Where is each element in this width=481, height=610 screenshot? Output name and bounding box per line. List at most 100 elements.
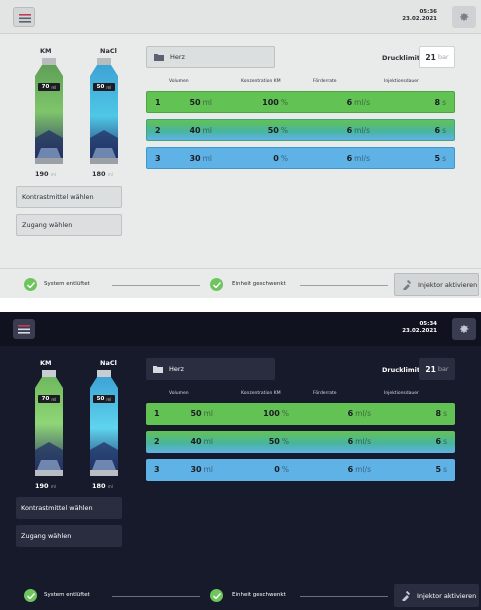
phase-concentration[interactable]: 100% [263,409,289,418]
region-name: Herz [170,53,185,61]
bottle-nacl-label: NaCl [100,47,117,55]
phase-row-1[interactable]: 1 50 ml 100% 6 ml/s 8s [146,403,455,425]
phase-conc-unit: % [280,126,288,135]
phase-dur-unit: s [442,154,446,163]
phase-duration[interactable]: 5s [435,154,447,163]
phase-duration[interactable]: 5s [436,465,448,474]
check-icon [24,589,37,602]
bottle-km-fill: 70 ml [38,83,60,91]
clock-date: 23.02.2021 [402,16,437,22]
phase-concentration[interactable]: 0% [274,465,289,474]
phase-rate[interactable]: 6 ml/s [347,154,370,163]
phase-volume-value: 40 [189,126,201,135]
phase-volume-value: 30 [189,154,201,163]
phase-rate-value: 6 [346,154,353,163]
activate-injector-label: Injektor aktivieren [417,591,477,600]
phase-rate-unit: ml/s [355,409,371,418]
phase-rate-value: 6 [347,409,354,418]
phase-number: 2 [155,126,161,135]
phase-conc-unit: % [281,465,289,474]
status-divider [300,596,388,597]
phase-duration[interactable]: 6s [436,437,448,446]
phase-rate[interactable]: 6 ml/s [348,409,371,418]
bottle-nacl-label: NaCl [100,359,117,367]
phase-conc-unit: % [281,409,289,418]
select-access-button[interactable]: Zugang wählen [16,525,122,547]
col-header-duration: Injektionsdauer [384,391,419,396]
dark-theme-screen: 05:34 23.02.2021 KM NaCl 70 ml 50 ml 190 m… [0,312,481,610]
clock-time: 05:34 [419,321,437,327]
phase-rate[interactable]: 6 ml/s [348,437,371,446]
bottle-km-graphic[interactable] [33,58,65,166]
phase-volume[interactable]: 30 ml [190,465,213,474]
phase-concentration[interactable]: 50% [269,437,289,446]
select-access-button[interactable]: Zugang wählen [16,214,122,236]
phase-row-3[interactable]: 3 30 ml 0% 6 ml/s 5s [146,459,455,481]
phase-concentration[interactable]: 0% [273,154,288,163]
bottle-km-total-unit: ml [50,172,56,177]
phase-concentration[interactable]: 50% [268,126,288,135]
select-contrast-button[interactable]: Kontrastmittel wählen [16,497,122,519]
clock: 05:36 23.02.2021 [402,9,437,23]
bottle-nacl-total-unit: ml [107,172,113,177]
bottle-nacl-graphic[interactable] [88,370,120,478]
bottle-nacl-total: 180 ml [92,170,113,178]
pressure-limit-value: 21 [425,364,436,374]
phase-row-2[interactable]: 2 40 ml 50% 6 ml/s 6s [146,431,455,453]
check-icon [210,589,223,602]
phase-row-1[interactable]: 1 50 ml 100% 6 ml/s 8s [146,91,455,113]
pressure-limit-field[interactable]: 21 bar [419,46,455,68]
status-swiveled: Einheit geschwenkt [232,592,286,598]
bottle-km-fill-unit: ml [51,396,57,402]
phase-dur-value: 8 [435,409,442,418]
col-header-volume: Volumen [169,79,189,84]
folder-icon [154,54,164,61]
phase-duration[interactable]: 6s [435,126,447,135]
phase-volume[interactable]: 50 ml [190,409,213,418]
col-header-duration: Injektionsdauer [384,79,419,84]
bottle-km-fill-value: 70 [41,396,50,402]
bottle-km-graphic[interactable] [33,370,65,478]
pressure-limit-unit: bar [437,365,449,373]
activate-injector-button[interactable]: Injektor aktivieren [394,584,479,607]
phase-rate[interactable]: 6 ml/s [348,465,371,474]
phase-conc-unit: % [280,154,288,163]
phase-concentration[interactable]: 100% [262,98,288,107]
bottle-km-total-value: 190 [35,170,49,178]
phase-volume[interactable]: 40 ml [189,126,212,135]
phase-volume[interactable]: 30 ml [189,154,212,163]
phase-volume-unit: ml [203,465,213,474]
menu-button[interactable] [13,319,35,339]
phase-rate[interactable]: 6 ml/s [347,126,370,135]
phase-number: 3 [155,154,161,163]
gear-icon [460,325,469,333]
phase-conc-unit: % [280,98,288,107]
bottle-km-fill-value: 70 [41,84,50,90]
settings-button[interactable] [452,318,476,340]
pressure-limit-field[interactable]: 21 bar [419,358,455,380]
region-selector[interactable]: Herz [146,46,275,68]
status-divider [300,285,388,286]
phase-duration[interactable]: 8s [435,98,447,107]
phase-rate-value: 6 [346,126,353,135]
phase-duration[interactable]: 8s [436,409,448,418]
bottle-nacl-total: 180 ml [92,482,113,490]
phase-rate[interactable]: 6 ml/s [347,98,370,107]
phase-row-3[interactable]: 3 30 ml 0% 6 ml/s 5s [146,147,455,169]
settings-button[interactable] [452,6,476,28]
bottle-nacl-graphic[interactable] [88,58,120,166]
menu-button[interactable] [13,7,35,27]
phase-volume[interactable]: 50 ml [189,98,212,107]
phase-volume[interactable]: 40 ml [190,437,213,446]
folder-icon [153,366,163,373]
col-header-rate: Förderrate [313,391,337,396]
region-selector[interactable]: Herz [146,358,275,380]
phase-row-2[interactable]: 2 40 ml 50% 6 ml/s 6s [146,119,455,141]
select-contrast-button[interactable]: Kontrastmittel wählen [16,186,122,208]
phase-dur-value: 5 [435,465,442,474]
clock-date: 23.02.2021 [402,328,437,334]
menu-icon [19,14,31,23]
phase-dur-unit: s [443,437,447,446]
activate-injector-label: Injektor aktivieren [418,280,478,289]
activate-injector-button[interactable]: Injektor aktivieren [394,273,479,296]
